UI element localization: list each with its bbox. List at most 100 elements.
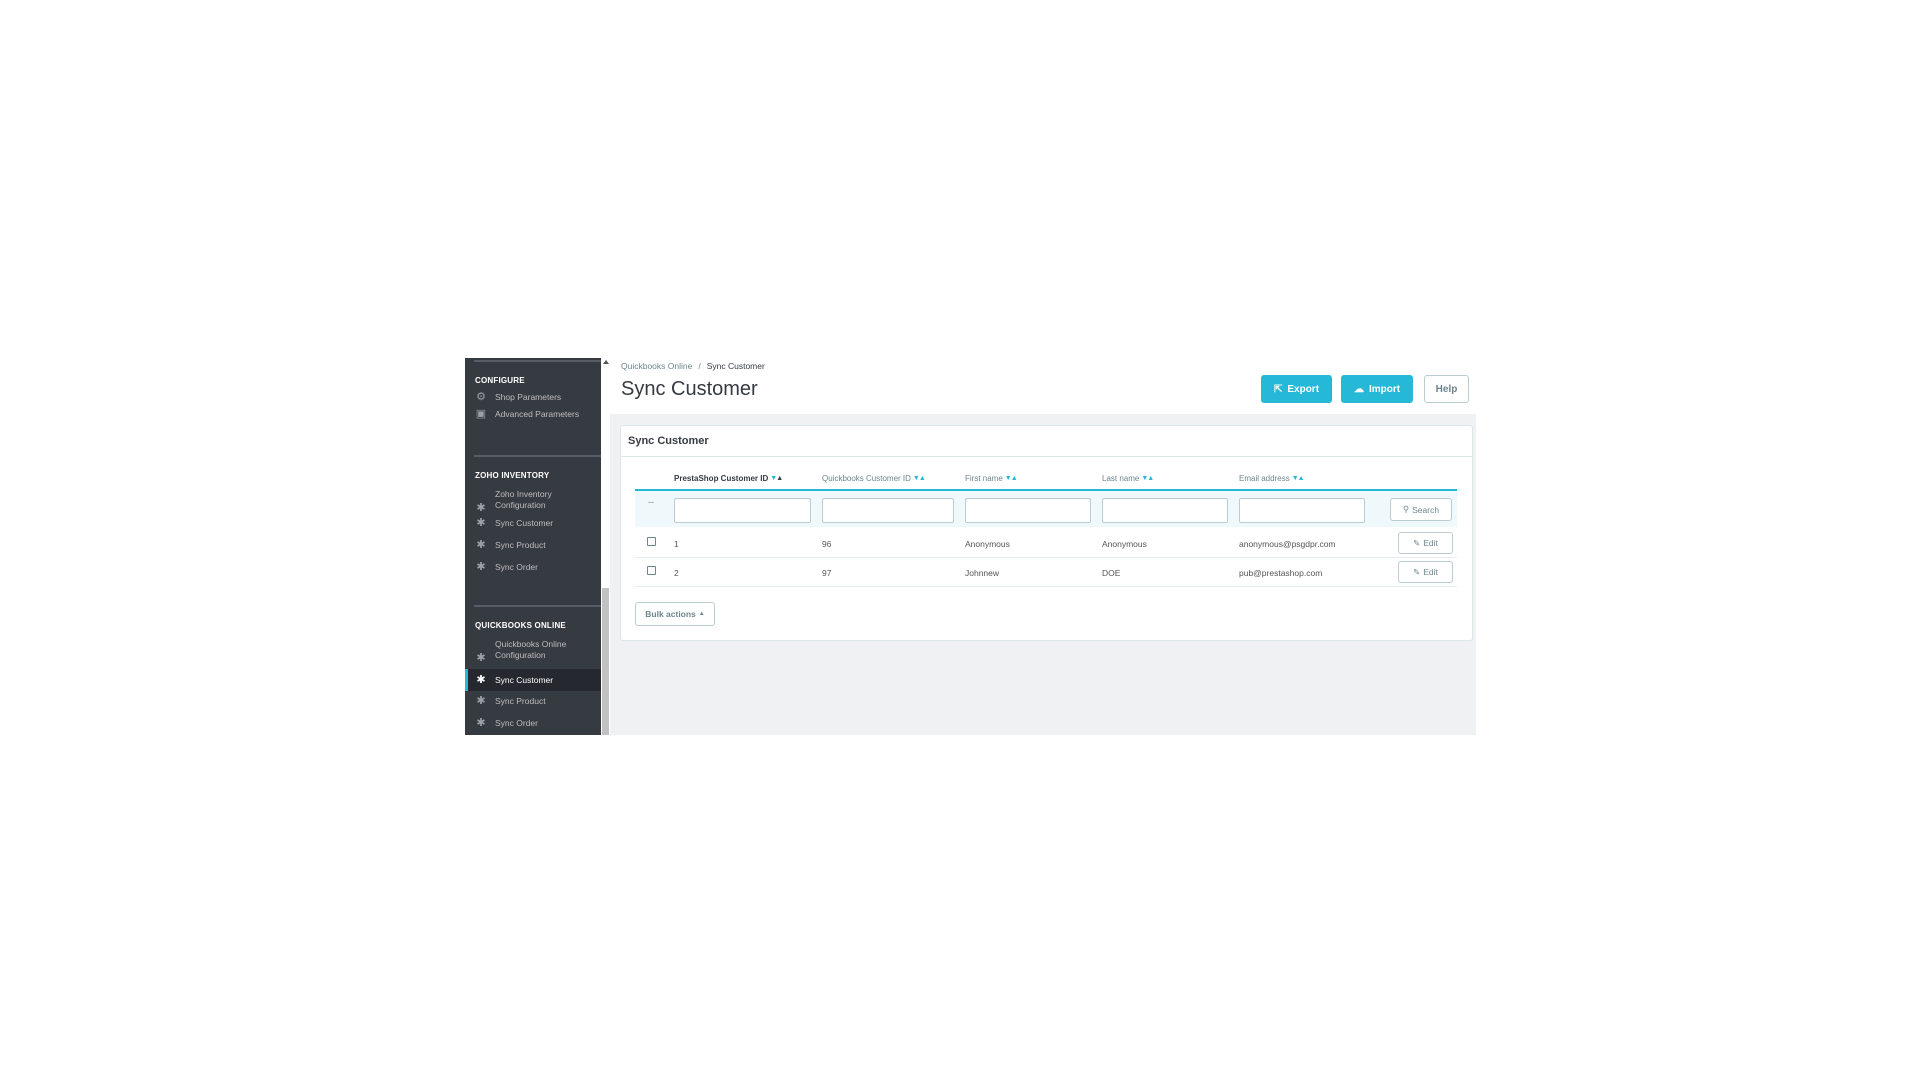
cell-first-name: Johnnew	[965, 568, 1000, 578]
puzzle-icon: ✱	[476, 651, 486, 664]
sidebar-item-quickbooks-configuration[interactable]: ✱ Quickbooks Online Configuration	[465, 638, 601, 664]
sidebar-item-label: Zoho Inventory Configuration	[495, 489, 552, 510]
filter-prestashop-customer-id-input[interactable]	[674, 498, 811, 523]
breadcrumb-current: Sync Customer	[706, 361, 765, 371]
cell-last-name: DOE	[1102, 568, 1121, 578]
column-header-email-address[interactable]: Email address ▼▲	[1239, 474, 1305, 483]
cell-prestashop-id: 2	[674, 568, 679, 578]
table-row: 2 97 Johnnew DOE pub@prestashop.com ✎ Ed…	[635, 558, 1457, 587]
export-button[interactable]: ⇱ Export	[1261, 375, 1332, 403]
edit-button-label: Edit	[1423, 538, 1438, 548]
filter-placeholder-dash: --	[648, 497, 654, 507]
puzzle-icon: ✱	[476, 694, 486, 707]
cell-quickbooks-id: 96	[822, 539, 832, 549]
sidebar-item-quickbooks-sync-customer[interactable]: ✱ Sync Customer	[465, 669, 601, 691]
sidebar-item-zoho-inventory-configuration[interactable]: ✱ Zoho Inventory Configuration	[465, 488, 601, 514]
sidebar-item-shop-parameters[interactable]: ⚙ Shop Parameters	[465, 390, 601, 404]
caret-up-icon: ▲	[698, 611, 705, 617]
sidebar-item-label: Sync Customer	[495, 674, 554, 685]
page-header: Quickbooks Online / Sync Customer Sync C…	[610, 358, 1476, 414]
puzzle-icon: ✱	[476, 716, 486, 729]
pencil-icon: ✎	[1413, 566, 1421, 577]
filter-first-name-input[interactable]	[965, 498, 1091, 523]
sidebar-heading-configure: CONFIGURE	[475, 376, 525, 385]
sidebar-item-zoho-sync-customer[interactable]: ✱ Sync Customer	[465, 516, 601, 530]
settings-box-icon: ▣	[475, 407, 487, 420]
cloud-upload-icon: ☁	[1353, 383, 1364, 395]
scroll-up-arrow-icon[interactable]	[603, 360, 609, 364]
edit-button-label: Edit	[1423, 567, 1438, 577]
sort-arrows-icon[interactable]: ▼▲	[1292, 475, 1305, 482]
breadcrumb-parent-link[interactable]: Quickbooks Online	[621, 361, 692, 371]
filter-last-name-input[interactable]	[1102, 498, 1228, 523]
filter-email-address-input[interactable]	[1239, 498, 1365, 523]
sidebar-item-quickbooks-sync-order[interactable]: ✱ Sync Order	[465, 716, 601, 730]
sidebar-item-zoho-sync-product[interactable]: ✱ Sync Product	[465, 538, 601, 552]
panel-header: Sync Customer	[621, 426, 1472, 457]
search-button-label: Search	[1412, 504, 1440, 515]
cell-email: pub@prestashop.com	[1239, 568, 1323, 578]
sidebar-item-label: Shop Parameters	[495, 391, 562, 402]
app-window: CONFIGURE ⚙ Shop Parameters ▣ Advanced P…	[465, 358, 1476, 735]
sidebar-divider	[474, 455, 601, 457]
column-header-label: First name	[965, 474, 1003, 483]
export-button-label: Export	[1287, 383, 1320, 395]
import-button[interactable]: ☁ Import	[1341, 375, 1413, 403]
column-header-label: PrestaShop Customer ID	[674, 474, 769, 483]
column-header-label: Last name	[1102, 474, 1140, 483]
edit-button[interactable]: ✎ Edit	[1398, 561, 1453, 583]
edit-button[interactable]: ✎ Edit	[1398, 532, 1453, 554]
column-header-prestashop-customer-id[interactable]: PrestaShop Customer ID ▼▲	[674, 474, 783, 483]
pencil-icon: ✎	[1413, 537, 1421, 548]
breadcrumb-separator: /	[698, 361, 701, 371]
gear-icon: ⚙	[476, 390, 486, 403]
sidebar-item-advanced-parameters[interactable]: ▣ Advanced Parameters	[465, 407, 601, 421]
sidebar-item-label: Sync Order	[495, 561, 538, 572]
sort-arrows-icon[interactable]: ▼▲	[1141, 475, 1154, 482]
puzzle-icon: ✱	[476, 501, 486, 514]
cell-email: anonymous@psgdpr.com	[1239, 539, 1336, 549]
import-button-label: Import	[1368, 383, 1401, 395]
row-checkbox[interactable]	[647, 537, 656, 546]
column-header-label: Quickbooks Customer ID	[822, 474, 911, 483]
column-header-last-name[interactable]: Last name ▼▲	[1102, 474, 1154, 483]
cell-prestashop-id: 1	[674, 539, 679, 549]
filter-quickbooks-customer-id-input[interactable]	[822, 498, 954, 523]
sidebar-scrollbar[interactable]	[601, 358, 610, 735]
sidebar-divider	[474, 605, 601, 607]
cell-quickbooks-id: 97	[822, 568, 832, 578]
sidebar-item-zoho-sync-order[interactable]: ✱ Sync Order	[465, 560, 601, 574]
panel-title: Sync Customer	[628, 435, 709, 447]
scrollbar-thumb[interactable]	[602, 588, 609, 735]
sidebar-item-label: Quickbooks Online Configuration	[495, 639, 567, 660]
puzzle-icon: ✱	[476, 560, 486, 573]
table-row: 1 96 Anonymous Anonymous anonymous@psgdp…	[635, 529, 1457, 558]
column-header-quickbooks-customer-id[interactable]: Quickbooks Customer ID ▼▲	[822, 474, 926, 483]
puzzle-icon: ✱	[476, 673, 486, 686]
sort-arrows-icon[interactable]: ▼▲	[1005, 475, 1018, 482]
row-checkbox[interactable]	[647, 566, 656, 575]
sidebar-item-label: Advanced Parameters	[495, 408, 580, 419]
bulk-actions-button[interactable]: Bulk actions ▲	[635, 602, 715, 626]
cell-first-name: Anonymous	[965, 539, 1010, 549]
sidebar-item-quickbooks-sync-product[interactable]: ✱ Sync Product	[465, 694, 601, 708]
bulk-actions-label: Bulk actions	[645, 609, 696, 619]
sidebar-item-label: Sync Product	[495, 539, 546, 550]
sort-arrows-icon[interactable]: ▼▲	[770, 475, 783, 482]
puzzle-icon: ✱	[476, 538, 486, 551]
sidebar: CONFIGURE ⚙ Shop Parameters ▣ Advanced P…	[465, 358, 601, 735]
sidebar-heading-quickbooks-online: QUICKBOOKS ONLINE	[475, 621, 566, 630]
column-header-first-name[interactable]: First name ▼▲	[965, 474, 1018, 483]
sidebar-item-label: Sync Product	[495, 695, 546, 706]
export-icon: ⇱	[1273, 383, 1283, 395]
search-button[interactable]: ⚲ Search	[1390, 498, 1452, 521]
search-icon: ⚲	[1402, 504, 1410, 514]
column-header-label: Email address	[1239, 474, 1290, 483]
sort-arrows-icon[interactable]: ▼▲	[913, 475, 926, 482]
puzzle-icon: ✱	[476, 516, 486, 529]
help-button[interactable]: Help	[1424, 375, 1469, 403]
cell-last-name: Anonymous	[1102, 539, 1147, 549]
sidebar-heading-zoho-inventory: ZOHO INVENTORY	[475, 471, 550, 480]
page-title: Sync Customer	[621, 378, 758, 400]
sidebar-item-label: Sync Order	[495, 717, 538, 728]
